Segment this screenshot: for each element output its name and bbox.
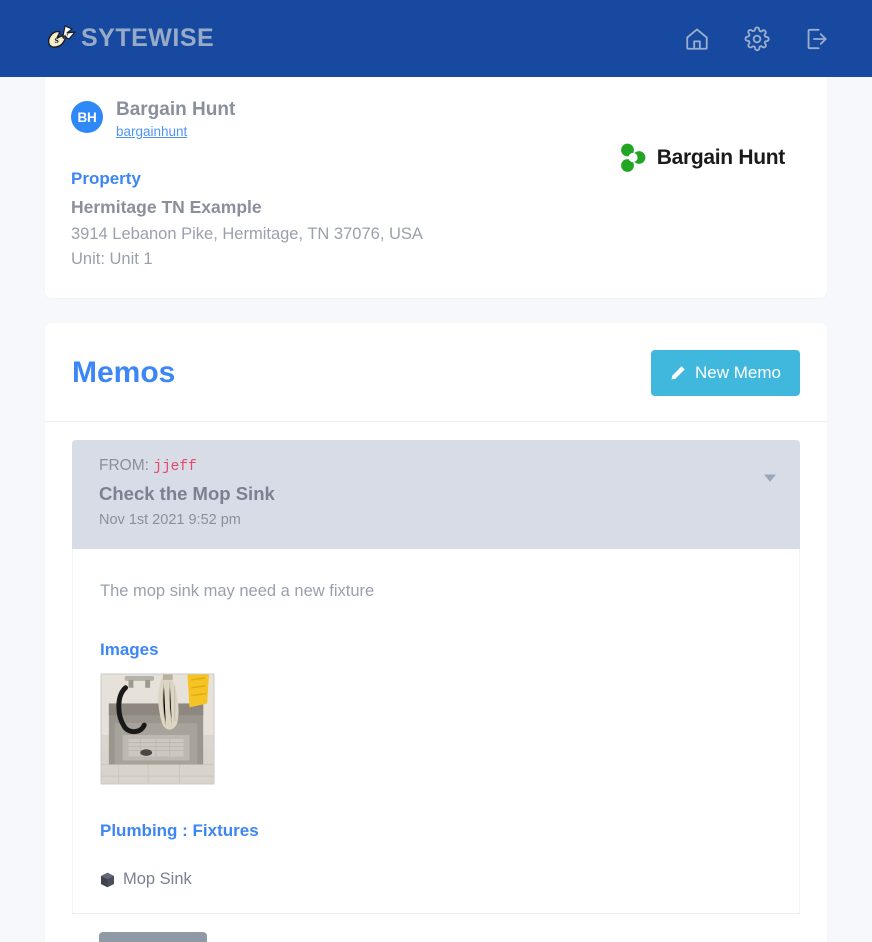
- sytewise-mark-icon: s w: [45, 24, 79, 54]
- cube-icon: [100, 872, 115, 888]
- images-label: Images: [100, 639, 159, 659]
- memo-date: Nov 1st 2021 9:52 pm: [99, 512, 241, 529]
- reply-button[interactable]: Reply: [99, 932, 208, 942]
- navbar-icon-group: [684, 26, 830, 52]
- gear-icon[interactable]: [744, 26, 770, 52]
- memos-card: Memos New Memo FROM: jjeff Check the Mop…: [45, 322, 827, 942]
- memo-header[interactable]: FROM: jjeff Check the Mop Sink Nov 1st 2…: [72, 439, 800, 550]
- memo-from-label: FROM:: [99, 456, 149, 474]
- memo-author: jjeff: [153, 458, 197, 475]
- property-unit: Unit: Unit 1: [71, 249, 153, 268]
- memo-body: The mop sink may need a new fixture Imag…: [72, 549, 800, 914]
- asset-row[interactable]: Mop Sink: [100, 868, 772, 913]
- brand-name: SYTEWISE: [81, 24, 215, 52]
- memo-footer: Reply: [72, 913, 800, 942]
- property-address: 3914 Lebanon Pike, Hermitage, TN 37076, …: [71, 225, 423, 243]
- property-details: Property Hermitage TN Example 3914 Leban…: [71, 167, 801, 272]
- user-row: BH Bargain Hunt bargainhunt: [71, 99, 801, 140]
- page-body: BH Bargain Hunt bargainhunt Property Her…: [0, 77, 872, 942]
- category-label: Plumbing : Fixtures: [100, 820, 259, 840]
- property-card: BH Bargain Hunt bargainhunt Property Her…: [45, 77, 827, 298]
- avatar: BH: [71, 101, 103, 133]
- company-logo: Bargain Hunt: [618, 141, 785, 175]
- memos-header: Memos New Memo: [45, 323, 827, 422]
- logout-icon[interactable]: [804, 26, 830, 52]
- memo-image-thumbnail[interactable]: [100, 672, 215, 785]
- memo-text: The mop sink may need a new fixture: [100, 582, 375, 601]
- company-name: Bargain Hunt: [656, 146, 786, 169]
- page-title: Memos: [72, 355, 176, 389]
- brand-logo-link[interactable]: s w SYTEWISE: [45, 24, 214, 54]
- svg-text:w: w: [61, 31, 69, 42]
- clover-icon: [618, 141, 652, 175]
- pencil-icon: [670, 365, 686, 381]
- user-name: Bargain Hunt: [116, 99, 236, 120]
- memo-from: FROM: jjeff: [99, 455, 275, 478]
- user-handle-link[interactable]: bargainhunt: [116, 124, 235, 140]
- property-name: Hermitage TN Example: [71, 196, 262, 217]
- svg-text:s: s: [55, 34, 60, 46]
- new-memo-label: New Memo: [695, 362, 781, 382]
- asset-name: Mop Sink: [123, 870, 192, 889]
- home-icon[interactable]: [684, 26, 710, 52]
- new-memo-button[interactable]: New Memo: [651, 349, 800, 396]
- memo-list: FROM: jjeff Check the Mop Sink Nov 1st 2…: [45, 422, 827, 942]
- memo-subject: Check the Mop Sink: [99, 482, 275, 504]
- chevron-down-icon[interactable]: [760, 468, 780, 488]
- top-navbar: s w SYTEWISE: [0, 0, 872, 77]
- memo-item: FROM: jjeff Check the Mop Sink Nov 1st 2…: [72, 439, 800, 942]
